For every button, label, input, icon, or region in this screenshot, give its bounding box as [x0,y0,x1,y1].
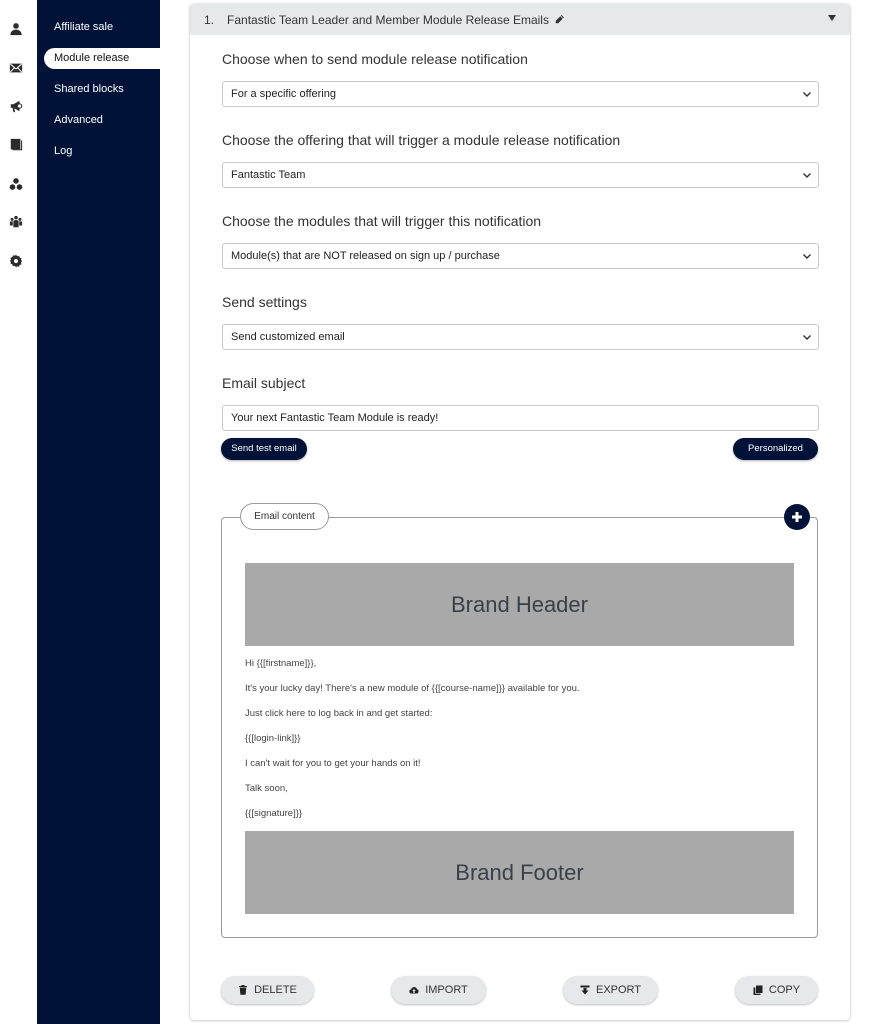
export-button[interactable]: EXPORT [563,976,658,1004]
email-line[interactable]: It's your lucky day! There's a new modul… [245,683,580,694]
chevron-down-icon [803,254,811,259]
megaphone-icon[interactable] [8,98,24,114]
email-line[interactable]: I can't wait for you to get your hands o… [245,758,421,769]
send-test-email-button[interactable]: Send test email [221,438,307,460]
email-line[interactable]: Hi {{[firstname]}}, [245,658,316,669]
brand-footer-block[interactable]: Brand Footer [245,831,794,914]
export-label: EXPORT [595,984,642,996]
envelope-icon[interactable] [8,60,24,76]
cloud-upload-icon [409,987,419,994]
brand-header-block[interactable]: Brand Header [245,563,794,646]
email-line[interactable]: Just click here to log back in and get s… [245,708,432,719]
email-line[interactable]: {{[login-link]}} [245,733,300,744]
icon-rail [0,0,37,1024]
import-button[interactable]: IMPORT [391,976,486,1004]
delete-label: DELETE [254,984,297,996]
plus-icon [792,512,802,522]
send-when-select[interactable]: For a specific offering [222,81,819,107]
trash-icon [239,985,248,995]
email-subject-input[interactable]: Your next Fantastic Team Module is ready… [222,405,819,431]
card-header[interactable]: 1. Fantastic Team Leader and Member Modu… [190,4,850,35]
download-icon [580,985,590,995]
email-line[interactable]: Talk soon, [245,783,288,794]
email-line[interactable]: {{[signature]}} [245,808,302,819]
copy-button[interactable]: COPY [735,976,818,1004]
pencil-icon[interactable] [554,14,565,25]
modules-value: Module(s) that are NOT released on sign … [231,250,500,262]
email-card: 1. Fantastic Team Leader and Member Modu… [190,4,850,1020]
section-label-subject: Email subject [222,375,306,391]
copy-label: COPY [768,984,801,996]
delete-button[interactable]: DELETE [221,976,314,1004]
send-when-value: For a specific offering [231,88,336,100]
section-label-send-settings: Send settings [222,294,307,310]
modules-select[interactable]: Module(s) that are NOT released on sign … [222,243,819,269]
offering-select[interactable]: Fantastic Team [222,162,819,188]
chevron-down-icon [803,173,811,178]
user-icon[interactable] [8,21,24,37]
sidebar-item-module-release[interactable]: Module release [44,48,160,69]
card-title: Fantastic Team Leader and Member Module … [227,12,549,27]
section-label-modules: Choose the modules that will trigger thi… [222,213,542,229]
sidebar: Renewal Affiliate sale Module release Sh… [37,0,160,1024]
sidebar-item-log[interactable]: Log [44,141,160,162]
add-block-button[interactable] [784,504,810,530]
personalized-button[interactable]: Personalized [733,438,818,460]
offering-value: Fantastic Team [231,169,306,181]
copy-icon [753,985,763,995]
sidebar-item-advanced[interactable]: Advanced [44,110,160,131]
email-content-legend: Email content [240,503,329,530]
chevron-down-icon [803,335,811,340]
content-gutter [160,0,190,1024]
card-number: 1. [204,12,215,27]
send-settings-select[interactable]: Send customized email [222,324,819,350]
section-label-when: Choose when to send module release notif… [222,51,528,67]
chevron-down-icon [803,92,811,97]
gear-icon[interactable] [8,253,24,269]
book-icon[interactable] [8,137,24,153]
import-label: IMPORT [425,984,468,996]
section-label-offering: Choose the offering that will trigger a … [222,132,621,148]
sidebar-item-affiliate-sale[interactable]: Affiliate sale [44,17,160,38]
sidebar-item-renewal[interactable]: Renewal [44,0,160,8]
send-settings-value: Send customized email [231,331,345,343]
group-icon[interactable] [8,214,24,230]
sidebar-item-shared-blocks[interactable]: Shared blocks [44,79,160,100]
collapse-toggle-icon[interactable] [828,15,836,21]
circles-icon[interactable] [8,176,24,192]
